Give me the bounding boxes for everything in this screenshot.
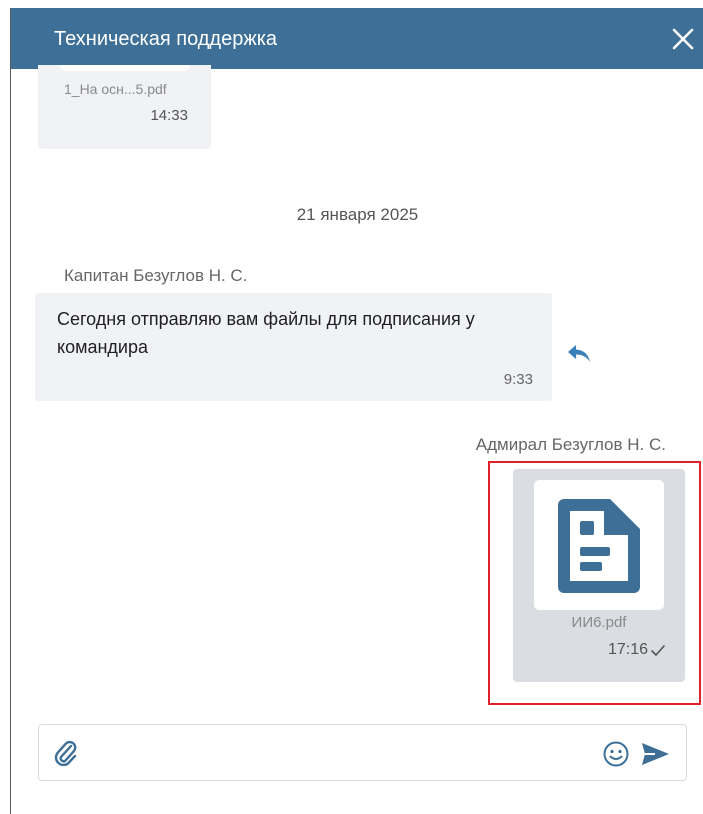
- reply-button[interactable]: [567, 344, 591, 364]
- emoji-button[interactable]: [602, 740, 630, 768]
- close-icon: [672, 28, 694, 50]
- message-time: 9:33: [503, 371, 533, 388]
- message-time: 14:33: [150, 107, 188, 124]
- support-chat-window: Техническая поддержка 1_На осн...5.pdf 1…: [10, 8, 703, 814]
- send-icon: [642, 743, 669, 765]
- message-input[interactable]: [95, 733, 585, 773]
- file-attachment[interactable]: [534, 480, 664, 610]
- paperclip-icon: [54, 740, 77, 767]
- smiley-icon: [603, 741, 629, 767]
- incoming-sender-name: Капитан Безуглов Н. С.: [64, 266, 248, 285]
- document-icon: [558, 499, 640, 593]
- close-button[interactable]: [668, 24, 698, 54]
- attach-button[interactable]: [54, 740, 78, 767]
- message-time: 17:16: [607, 641, 648, 658]
- file-thumbnail[interactable]: [60, 65, 190, 71]
- file-name: ИИ6.pdf: [571, 614, 627, 631]
- chat-title: Техническая поддержка: [54, 28, 278, 50]
- date-separator: 21 января 2025: [296, 205, 419, 224]
- checkmark-icon: [651, 645, 665, 656]
- outgoing-file-message: ИИ6.pdf 17:16: [513, 469, 685, 682]
- message-composer: [38, 724, 687, 781]
- message-list[interactable]: 1_На осн...5.pdf 14:33 21 января 2025 Ка…: [11, 65, 703, 714]
- previous-file-message[interactable]: 1_На осн...5.pdf 14:33: [38, 65, 211, 149]
- message-text: Сегодня отправляю вам файлы для подписан…: [57, 309, 475, 357]
- incoming-message: Сегодня отправляю вам файлы для подписан…: [35, 293, 552, 401]
- outgoing-sender-name: Адмирал Безуглов Н. С.: [475, 435, 666, 454]
- send-button[interactable]: [640, 741, 670, 767]
- file-name: 1_На осн...5.pdf: [64, 81, 167, 97]
- reply-icon: [568, 345, 590, 362]
- chat-header: Техническая поддержка: [11, 8, 703, 69]
